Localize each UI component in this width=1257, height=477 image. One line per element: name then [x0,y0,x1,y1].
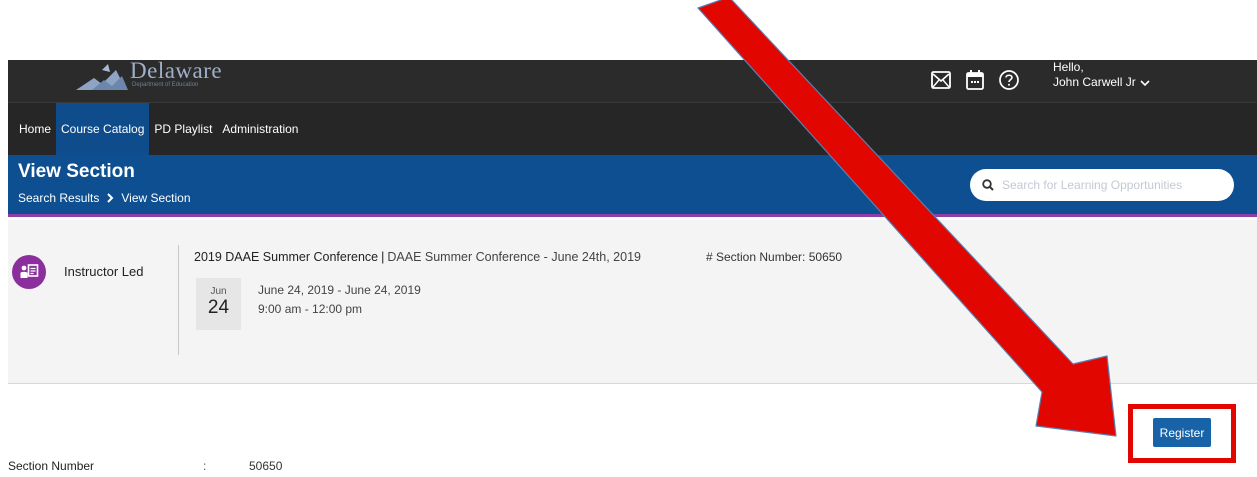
breadcrumb-search-results[interactable]: Search Results [18,191,99,205]
section-number-value: 50650 [249,459,283,473]
mail-icon[interactable] [930,68,952,92]
breadcrumb-current: View Section [121,191,191,205]
date-day: 24 [207,297,230,318]
page-title: View Section [18,161,135,182]
date-range: June 24, 2019 - June 24, 2019 [258,283,421,297]
page: Delaware Department of Education Hello, … [0,0,1257,477]
calendar-icon[interactable] [964,68,986,92]
section-name: DAAE Summer Conference - June 24th, 2019 [387,250,641,264]
nav-course-catalog[interactable]: Course Catalog [56,102,150,156]
chevron-right-icon [107,193,114,203]
delivery-type-label: Instructor Led [64,264,144,279]
delaware-logo[interactable]: Delaware Department of Education [72,58,242,102]
section-number-header: # Section Number: 50650 [706,250,843,264]
card-divider [178,245,179,355]
course-name: 2019 DAAE Summer Conference [194,250,379,264]
instructor-led-badge [12,255,46,289]
date-badge: Jun 24 [196,278,241,330]
section-card: Instructor Led 2019 DAAE Summer Conferen… [8,220,1257,384]
nav-administration[interactable]: Administration [217,103,303,156]
date-month: Jun [210,286,227,297]
page-banner: View Section Search Results View Section [8,155,1257,217]
search-icon [982,179,994,191]
section-number-label: Section Number [8,459,95,473]
register-button[interactable]: Register [1153,418,1211,447]
greeting-text: Hello, [1053,60,1084,74]
help-icon[interactable] [998,68,1020,92]
user-name: John Carwell Jr [1053,75,1136,89]
nav-pd-playlist[interactable]: PD Playlist [149,103,217,156]
instructor-led-icon [20,264,39,278]
search-input[interactable] [1002,178,1212,192]
logo-mark-icon [76,64,128,90]
main-nav: Home Course Catalog PD Playlist Administ… [8,102,1257,156]
user-menu[interactable]: Hello, John Carwell Jr [1053,60,1150,90]
label-colon: : [203,459,207,473]
logo-subtext: Department of Education [132,82,199,88]
course-title: 2019 DAAE Summer Conference | DAAE Summer … [194,250,641,264]
logo-text: Delaware [130,58,223,83]
search-box[interactable] [970,169,1234,201]
nav-home[interactable]: Home [14,103,56,156]
title-separator: | [381,250,385,264]
time-range: 9:00 am - 12:00 pm [258,302,363,316]
breadcrumb: Search Results View Section [18,191,191,205]
top-header: Delaware Department of Education Hello, … [8,58,1257,102]
chevron-down-icon [1140,79,1150,86]
